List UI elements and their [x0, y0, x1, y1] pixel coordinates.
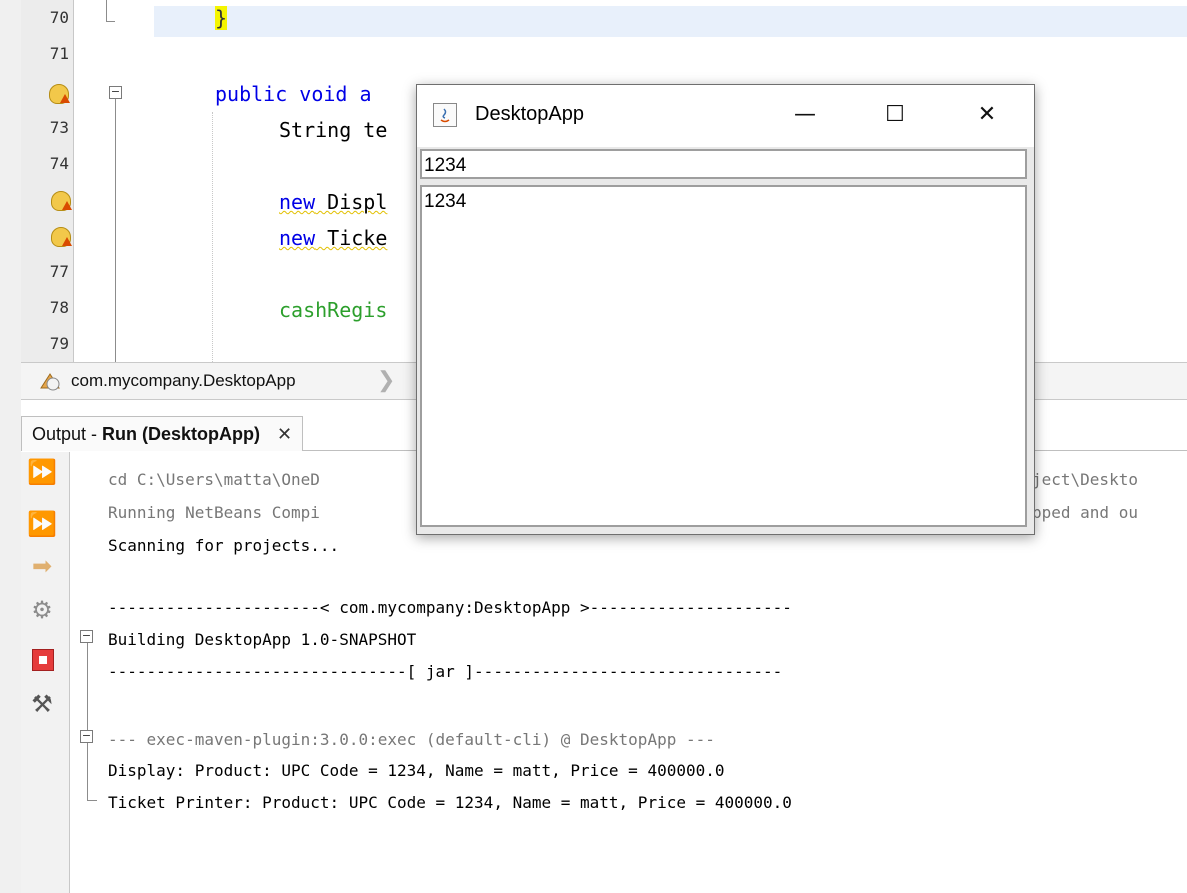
- indent-guide: [212, 112, 213, 362]
- fold-collapse-icon[interactable]: −: [109, 86, 122, 99]
- fold-column: −: [74, 0, 154, 362]
- warning-hint-icon[interactable]: [51, 191, 72, 211]
- window-content: 1234 1234: [417, 147, 1034, 534]
- output-line: cd C:\Users\matta\OneD: [108, 470, 320, 489]
- output-text-area[interactable]: 1234: [420, 185, 1027, 527]
- minimize-button[interactable]: —: [783, 95, 827, 135]
- current-line-highlight: [150, 6, 1187, 37]
- brace-match: }: [215, 6, 228, 30]
- left-window-border: [0, 0, 22, 893]
- maximize-button[interactable]: ☐: [873, 95, 917, 135]
- output-toolbar: ⏩ ⏩ ➡ ⚙ ⚒: [21, 452, 70, 893]
- upc-input-field[interactable]: 1234: [420, 149, 1027, 179]
- warning-hint-icon[interactable]: [51, 227, 72, 247]
- code-line-72: public void a: [215, 82, 372, 106]
- line-number-gutter: 70 71 73 74 77 78 79: [21, 0, 74, 362]
- tab-output-run[interactable]: Output - Run (DesktopApp) ✕: [21, 416, 304, 451]
- code-line-76: new Ticke: [279, 226, 387, 250]
- code-line-75: new Displ: [279, 190, 387, 214]
- fold-line: [87, 743, 88, 801]
- rerun-with-options-icon[interactable]: ⏩: [24, 508, 60, 540]
- output-line: Scanning for projects...: [108, 536, 340, 555]
- line-number: 70: [49, 8, 69, 27]
- line-number: 74: [49, 154, 69, 173]
- output-line: Running NetBeans Compi: [108, 503, 320, 522]
- window-title: DesktopApp: [475, 103, 584, 125]
- output-line: --- exec-maven-plugin:3.0.0:exec (defaul…: [108, 730, 715, 749]
- breadcrumb-class[interactable]: com.mycompany.DesktopApp: [71, 371, 296, 391]
- output-line: Ticket Printer: Product: UPC Code = 1234…: [108, 793, 792, 812]
- line-number: 78: [49, 298, 69, 317]
- line-number: 77: [49, 262, 69, 281]
- override-hint-icon[interactable]: [49, 84, 70, 104]
- output-line: Display: Product: UPC Code = 1234, Name …: [108, 761, 725, 780]
- line-number: 71: [49, 44, 69, 63]
- fold-collapse-icon[interactable]: −: [80, 730, 93, 743]
- fold-line: [106, 0, 107, 22]
- fold-line: [87, 643, 88, 735]
- line-number: 79: [49, 334, 69, 353]
- code-line-78: cashRegis: [279, 298, 388, 322]
- desktop-app-window[interactable]: DesktopApp — ☐ ✕ 1234 1234: [416, 84, 1035, 535]
- tab-label-bold: Run (DesktopApp): [102, 424, 261, 444]
- inspect-icon[interactable]: ⚙: [24, 594, 60, 626]
- code-text: Ticke: [315, 226, 388, 250]
- output-line-tail: ject\Deskto: [1032, 470, 1138, 489]
- line-number: 73: [49, 118, 69, 137]
- tab-label-prefix: Output -: [32, 424, 103, 444]
- code-keyword: new: [279, 226, 316, 250]
- code-keyword: new: [279, 190, 316, 214]
- class-icon: [40, 373, 60, 391]
- close-icon[interactable]: ✕: [277, 424, 292, 444]
- java-icon: [433, 103, 457, 127]
- close-button[interactable]: ✕: [965, 95, 1009, 135]
- settings-icon[interactable]: ⚒: [24, 688, 60, 720]
- code-line-73: String te: [279, 118, 388, 142]
- fold-line: [106, 21, 115, 22]
- output-line: ----------------------< com.mycompany:De…: [108, 598, 792, 617]
- forward-arrow-icon[interactable]: ➡: [24, 550, 60, 582]
- code-keyword: public void a: [215, 82, 372, 106]
- chevron-right-icon[interactable]: ❯: [377, 367, 395, 393]
- code-text: Displ: [315, 190, 388, 214]
- output-line: -------------------------------[ jar ]--…: [108, 662, 783, 681]
- code-line-70: }: [215, 6, 228, 30]
- output-line: Building DesktopApp 1.0-SNAPSHOT: [108, 630, 417, 649]
- output-line-tail: pped and ou: [1032, 503, 1138, 522]
- fold-line: [115, 99, 116, 362]
- window-titlebar[interactable]: DesktopApp — ☐ ✕: [417, 85, 1034, 147]
- fold-line: [87, 800, 97, 801]
- fold-collapse-icon[interactable]: −: [80, 630, 93, 643]
- rerun-icon[interactable]: ⏩: [24, 456, 60, 488]
- stop-icon[interactable]: [24, 644, 60, 676]
